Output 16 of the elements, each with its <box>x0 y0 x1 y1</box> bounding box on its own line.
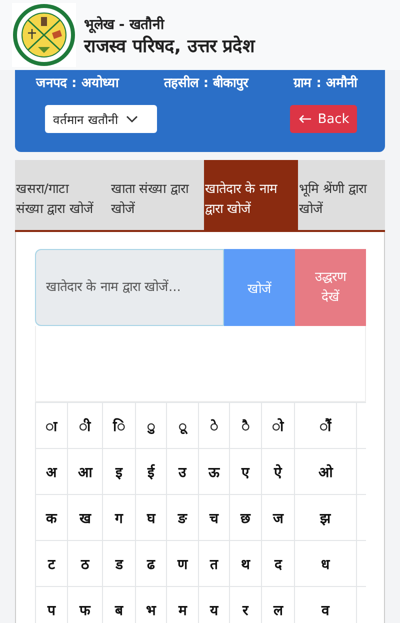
location-label: जनपद : अयोध्या <box>36 74 118 91</box>
keyboard-key[interactable]: ा <box>35 402 68 449</box>
search-tab[interactable]: भूमि श्रेंणी द्वारा खोजें <box>298 160 392 230</box>
arrow-left-icon <box>298 114 312 124</box>
record-dropdown[interactable]: वर्तमान खतौनी <box>45 105 157 133</box>
back-button[interactable]: Back <box>290 105 357 133</box>
chevron-down-icon <box>126 115 138 123</box>
location-label: ग्राम : अमौनी <box>294 74 357 91</box>
location-label: तहसील : बीकापुर <box>164 74 248 91</box>
search-tab[interactable]: खसरा/गाटा संख्या द्वारा खोजें <box>15 160 110 230</box>
search-tab[interactable]: खाता संख्या द्वारा खोजें <box>110 160 204 230</box>
emblem-logo <box>12 3 76 67</box>
search-tab[interactable]: खातेदार के नाम द्वारा खोजें <box>204 160 298 230</box>
app-subtitle: भूलेख - खतौनी <box>84 15 166 32</box>
app-title: राजस्व परिषद, उत्तर प्रदेश <box>84 34 255 56</box>
name-search-field[interactable]: खातेदार के नाम द्वारा खोजें... <box>35 249 224 326</box>
